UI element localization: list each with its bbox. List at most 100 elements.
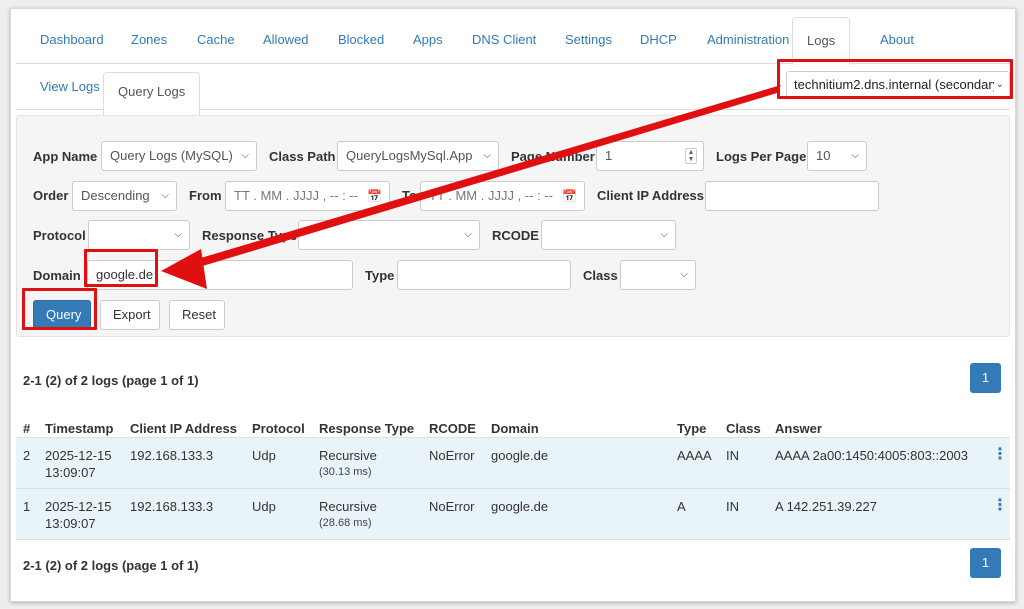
stepper-icon[interactable]: ▲ ▼ [685, 148, 697, 164]
row-protocol: Udp [252, 499, 276, 514]
row-type: AAAA [677, 448, 712, 463]
response-type-select[interactable]: ⌵ [298, 220, 480, 250]
col-answer: Answer [775, 421, 822, 436]
table-row[interactable]: 1 2025-12-15 13:09:07 192.168.133.3 Udp … [16, 488, 1010, 539]
col-class: Class [726, 421, 761, 436]
tab-logs[interactable]: Logs [792, 17, 851, 65]
pagination-page-bottom[interactable]: 1 [970, 548, 1001, 578]
from-label: From [189, 188, 222, 203]
tab-zones[interactable]: Zones [117, 17, 181, 64]
row-latency: (28.68 ms) [319, 517, 372, 529]
to-placeholder: TT . MM . JJJJ , -- : -- [429, 188, 553, 203]
kebab-menu-icon[interactable]: ⋮ [992, 447, 1008, 463]
tab-apps[interactable]: Apps [399, 17, 457, 64]
domain-value: google.de [96, 267, 154, 282]
query-button[interactable]: Query [33, 300, 91, 330]
order-label: Order [33, 188, 69, 203]
client-ip-input[interactable] [705, 181, 879, 211]
page-number-label: Page Number [511, 149, 595, 164]
tab-dhcp[interactable]: DHCP [626, 17, 691, 64]
results-summary-bottom: 2-1 (2) of 2 logs (page 1 of 1) [23, 558, 199, 573]
row-date: 2025-12-15 [45, 448, 112, 463]
chevron-down-icon: ⌄ [993, 72, 1004, 98]
app-name-label: App Name [33, 149, 98, 164]
row-type: A [677, 499, 686, 514]
logs-per-page-select[interactable]: 10 ⌵ [807, 141, 867, 171]
tab-settings[interactable]: Settings [551, 17, 626, 64]
table-row[interactable]: 2 2025-12-15 13:09:07 192.168.133.3 Udp … [16, 437, 1010, 488]
row-domain: google.de [491, 499, 549, 514]
chevron-down-icon: ⌵ [464, 229, 472, 240]
calendar-icon[interactable]: 📅 [367, 182, 382, 210]
chevron-down-icon: ⌵ [241, 150, 249, 161]
col-number: # [23, 421, 31, 436]
chevron-down-icon: ⌵ [680, 269, 688, 280]
col-response-type: Response Type [319, 421, 415, 436]
row-rcode: NoError [429, 448, 475, 463]
page-number-value: 1 [605, 148, 613, 163]
row-latency: (30.13 ms) [319, 466, 372, 478]
tab-view-logs[interactable]: View Logs [26, 64, 114, 110]
from-placeholder: TT . MM . JJJJ , -- : -- [234, 188, 358, 203]
row-class: IN [726, 448, 739, 463]
rcode-select[interactable]: ⌵ [541, 220, 676, 250]
protocol-label: Protocol [33, 228, 86, 243]
calendar-icon[interactable]: 📅 [562, 182, 577, 210]
row-client-ip: 192.168.133.3 [130, 499, 214, 514]
class-select[interactable]: ⌵ [620, 260, 696, 290]
order-value: Descending [81, 188, 150, 203]
row-number: 1 [23, 499, 31, 514]
col-domain: Domain [491, 421, 539, 436]
col-client-ip: Client IP Address [130, 421, 237, 436]
col-protocol: Protocol [252, 421, 305, 436]
tab-administration[interactable]: Administration [693, 17, 803, 64]
chevron-down-icon: ⌵ [161, 190, 169, 201]
tab-query-logs[interactable]: Query Logs [103, 72, 201, 119]
tab-cache[interactable]: Cache [183, 17, 249, 64]
row-answer: AAAA 2a00:1450:4005:803::2003 [775, 448, 969, 463]
app-name-value: Query Logs (MySQL) [110, 148, 233, 163]
row-class: IN [726, 499, 739, 514]
server-select[interactable]: technitium2.dns.internal (secondary ⌄ [786, 71, 1010, 99]
col-type: Type [677, 421, 707, 436]
export-button[interactable]: Export [100, 300, 160, 330]
domain-input[interactable]: google.de [87, 260, 353, 290]
app-name-select[interactable]: Query Logs (MySQL) ⌵ [101, 141, 257, 171]
kebab-menu-icon[interactable]: ⋮ [992, 498, 1008, 514]
protocol-select[interactable]: ⌵ [88, 220, 190, 250]
pagination-page-top[interactable]: 1 [970, 363, 1001, 393]
query-filter-panel: App Name Query Logs (MySQL) ⌵ Class Path… [16, 115, 1010, 337]
logs-per-page-label: Logs Per Page [716, 149, 807, 164]
tab-dns-client[interactable]: DNS Client [458, 17, 550, 64]
main-nav: Dashboard Zones Cache Allowed Blocked Ap… [16, 17, 1010, 65]
tab-about[interactable]: About [866, 17, 928, 64]
row-date: 2025-12-15 [45, 499, 112, 514]
tab-blocked[interactable]: Blocked [324, 17, 398, 64]
type-input[interactable] [397, 260, 571, 290]
logs-per-page-value: 10 [816, 148, 831, 163]
class-label: Class [583, 268, 618, 283]
chevron-down-icon: ⌵ [483, 150, 491, 161]
row-protocol: Udp [252, 448, 276, 463]
class-path-select[interactable]: QueryLogsMySql.App ⌵ [337, 141, 499, 171]
chevron-down-icon: ⌵ [851, 150, 859, 161]
client-ip-label: Client IP Address [597, 188, 704, 203]
page-number-input[interactable]: 1 ▲ ▼ [596, 141, 704, 171]
tab-allowed[interactable]: Allowed [249, 17, 323, 64]
to-datetime-input[interactable]: TT . MM . JJJJ , -- : -- 📅 [420, 181, 585, 211]
row-client-ip: 192.168.133.3 [130, 448, 214, 463]
type-label: Type [365, 268, 395, 283]
chevron-down-icon: ⌵ [174, 229, 182, 240]
server-select-value: technitium2.dns.internal (secondary [794, 77, 1000, 92]
reset-button[interactable]: Reset [169, 300, 225, 330]
tab-dashboard[interactable]: Dashboard [26, 17, 118, 64]
row-domain: google.de [491, 448, 549, 463]
rcode-label: RCODE [492, 228, 539, 243]
row-answer: A 142.251.39.227 [775, 499, 877, 514]
results-summary-top: 2-1 (2) of 2 logs (page 1 of 1) [23, 373, 199, 388]
col-rcode: RCODE [429, 421, 476, 436]
row-rcode: NoError [429, 499, 475, 514]
from-datetime-input[interactable]: TT . MM . JJJJ , -- : -- 📅 [225, 181, 390, 211]
chevron-down-icon: ⌵ [660, 229, 668, 240]
order-select[interactable]: Descending ⌵ [72, 181, 177, 211]
